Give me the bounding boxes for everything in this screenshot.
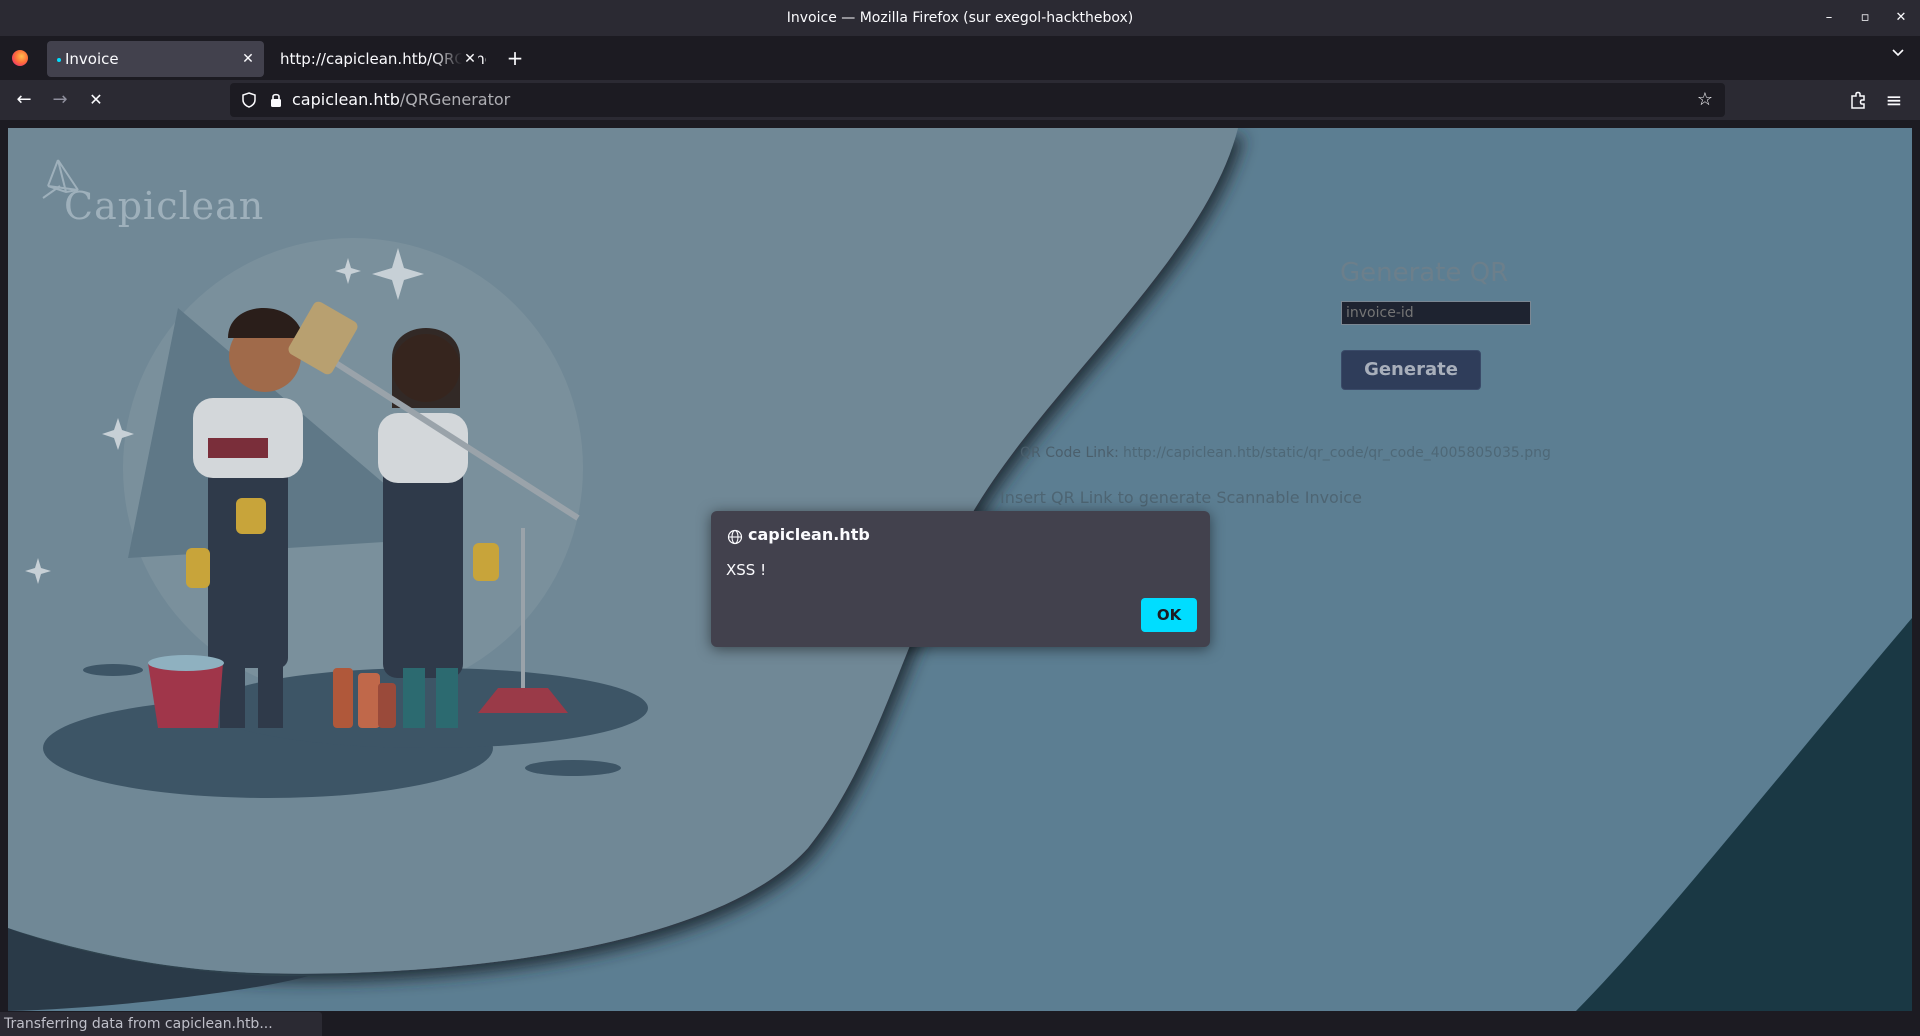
minimize-button[interactable]: – [1812, 0, 1846, 36]
tab-label: Invoice [65, 50, 119, 68]
bookmark-star-icon[interactable]: ☆ [1697, 83, 1713, 117]
url-bar[interactable]: capiclean.htb/QRGenerator ☆ [230, 83, 1725, 117]
tab-qrgenerator[interactable]: http://capiclean.htb/QRGenerator ✕ [264, 41, 486, 77]
dialog-origin: capiclean.htb [748, 525, 870, 544]
hamburger-menu-icon[interactable]: ≡ [1878, 84, 1910, 116]
lock-icon[interactable] [268, 91, 284, 109]
maximize-button[interactable]: ▫ [1848, 0, 1882, 36]
window-title: Invoice — Mozilla Firefox (sur exegol-ha… [786, 10, 1134, 26]
dialog-message: XSS ! [726, 561, 767, 579]
chevron-down-icon [1892, 49, 1904, 57]
tab-indicator-dot [57, 58, 61, 62]
tab-list-button[interactable] [1890, 44, 1906, 64]
navigation-toolbar: ← → ✕ capiclean.htb/QRGenerator ☆ ≡ [0, 80, 1920, 120]
url-path: /QRGenerator [399, 90, 511, 109]
new-tab-button[interactable]: + [504, 44, 526, 72]
url-text[interactable]: capiclean.htb/QRGenerator [292, 83, 510, 117]
tab-invoice[interactable]: Invoice ✕ [47, 41, 264, 77]
tab-bar: Invoice ✕ http://capiclean.htb/QRGenerat… [0, 36, 1920, 80]
firefox-icon [12, 50, 28, 66]
window-titlebar: Invoice — Mozilla Firefox (sur exegol-ha… [0, 0, 1920, 36]
close-tab-icon[interactable]: ✕ [462, 41, 478, 77]
web-content: Capiclean Generate QR Generate QR Code L… [8, 128, 1912, 1011]
ok-button[interactable]: OK [1141, 598, 1197, 632]
stop-button[interactable]: ✕ [80, 84, 112, 116]
close-tab-icon[interactable]: ✕ [240, 41, 256, 77]
close-window-button[interactable]: ✕ [1884, 0, 1918, 36]
back-button[interactable]: ← [8, 84, 40, 116]
alert-dialog: capiclean.htb XSS ! OK [711, 511, 1210, 647]
globe-icon [727, 529, 743, 545]
extensions-icon[interactable] [1842, 84, 1874, 116]
forward-button[interactable]: → [44, 84, 76, 116]
shield-icon[interactable] [240, 91, 258, 109]
url-host: capiclean.htb [292, 90, 400, 109]
status-bar: Transferring data from capiclean.htb... [0, 1012, 322, 1036]
